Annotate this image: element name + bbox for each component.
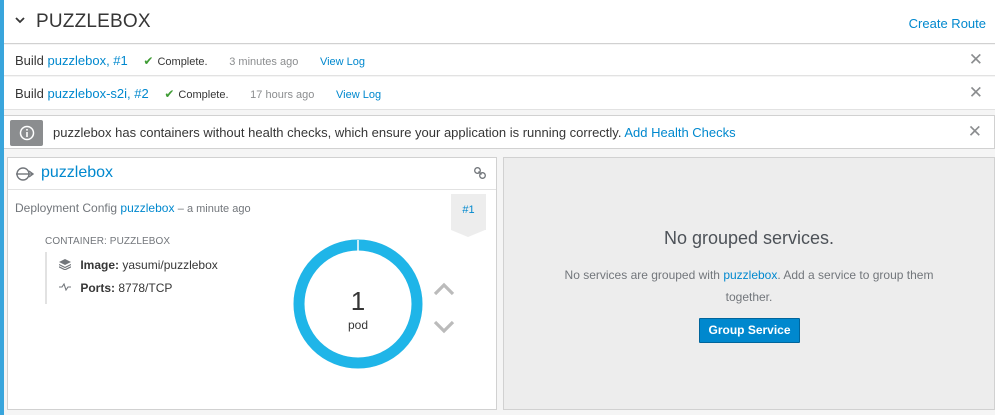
build-prefix: Build [15,86,44,101]
service-group-link[interactable]: puzzlebox [723,268,777,282]
container-label: CONTAINER: PUZZLEBOX [45,236,171,247]
build-row: Build puzzlebox, #1 ✔ Complete. 3 minutes… [4,45,995,76]
chevron-down-icon[interactable] [432,320,456,337]
build-prefix: Build [15,53,44,68]
deployment-card: puzzlebox Deployment Config puzzlebox – … [7,157,497,410]
ports-icon [59,281,74,295]
add-health-checks-link[interactable]: Add Health Checks [624,125,735,140]
grouped-services-panel: No grouped services. No services are gro… [503,157,995,410]
deployment-name-link[interactable]: puzzlebox [41,164,113,182]
build-status: Complete. [178,89,229,101]
revision-badge[interactable]: #1 [451,194,486,237]
build-info: Build puzzlebox-s2i, #2 ✔ Complete. 17 ho… [15,86,381,101]
deployment-icon [14,166,36,185]
build-link[interactable]: puzzlebox-s2i, #2 [48,86,149,101]
ports-key: Ports: [80,281,116,295]
image-row: Image: yasumi/puzzlebox [58,258,218,272]
app-title: PUZZLEBOX [36,11,151,32]
deployment-config-link[interactable]: puzzlebox [120,201,174,215]
view-log-link[interactable]: View Log [336,89,381,101]
ports-row: Ports: 8778/TCP [59,281,172,295]
deployment-config-line: Deployment Config puzzlebox – a minute a… [15,201,251,215]
app-header: PUZZLEBOX Create Route [4,0,995,44]
no-services-heading: No grouped services. [663,228,835,248]
link-icon[interactable] [473,166,487,183]
chevron-down-icon[interactable] [14,14,26,26]
deployment-config-time: – a minute ago [177,203,251,215]
build-row: Build puzzlebox-s2i, #2 ✔ Complete. 17 ho… [4,77,995,110]
deployment-config-label: Deployment Config [15,201,118,215]
deployment-header: puzzlebox [8,158,496,190]
create-route-link[interactable]: Create Route [909,16,986,31]
build-link[interactable]: puzzlebox, #1 [48,53,128,68]
revision-number: #1 [462,204,475,216]
image-key: Image: [80,258,120,272]
build-status: Complete. [157,56,208,68]
overview-panel: PUZZLEBOX Create Route Build puzzlebox, … [0,0,995,415]
build-time: 3 minutes ago [229,56,299,68]
build-time: 17 hours ago [250,89,315,101]
no-services-text-before: No services are grouped with [564,268,720,282]
close-icon[interactable]: ✕ [968,122,982,142]
alert-message-wrap: puzzlebox has containers without health … [53,125,736,140]
view-log-link[interactable]: View Log [320,56,365,68]
health-check-alert: puzzlebox has containers without health … [4,115,995,149]
image-value: yasumi/puzzlebox [122,258,218,272]
container-details: Image: yasumi/puzzlebox Ports: 8778/TCP [45,252,245,304]
ports-value: 8778/TCP [118,281,173,295]
close-icon[interactable]: ✕ [969,50,983,70]
check-icon: ✔ [143,54,154,68]
build-info: Build puzzlebox, #1 ✔ Complete. 3 minutes… [15,53,365,68]
info-icon [10,120,43,146]
alert-message: puzzlebox has containers without health … [53,125,622,140]
pod-label: pod [347,318,369,332]
pod-count: 1 [350,286,366,316]
group-service-button[interactable]: Group Service [699,318,800,343]
close-icon[interactable]: ✕ [969,83,983,103]
check-icon: ✔ [164,87,175,101]
chevron-up-icon[interactable] [432,282,456,299]
layers-icon [58,258,74,272]
no-services-text: No services are grouped with puzzlebox. … [559,264,939,308]
